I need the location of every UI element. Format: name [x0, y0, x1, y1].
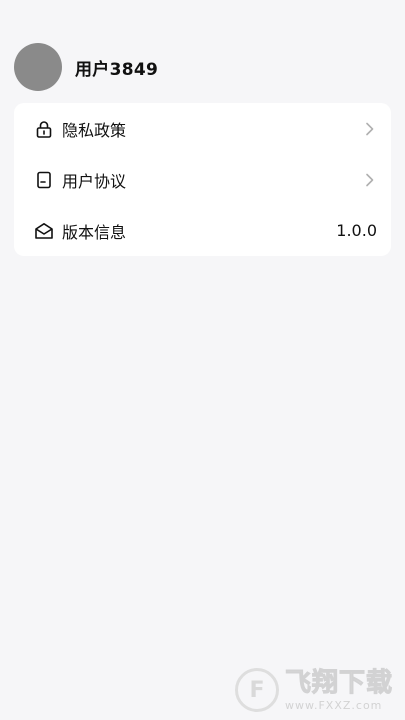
- settings-card: 隐私政策 用户协议 版本信息 1.0.0: [14, 103, 391, 256]
- watermark-title: 飞翔下载: [284, 667, 393, 698]
- menu-item-user-agreement[interactable]: 用户协议: [14, 154, 391, 205]
- chevron-right-icon: [363, 173, 377, 187]
- watermark: F 飞翔下载 www.FXXZ.com: [234, 667, 393, 712]
- menu-item-label: 版本信息: [62, 222, 127, 242]
- menu-item-version-info[interactable]: 版本信息 1.0.0: [14, 205, 391, 256]
- settings-page: 用户3849 隐私政策 用户协议 版本信息 1.0.0 F 飞翔下载 www.F…: [0, 0, 405, 720]
- username: 用户3849: [75, 59, 159, 80]
- watermark-text: 飞翔下载 www.FXXZ.com: [284, 667, 393, 712]
- avatar[interactable]: [14, 43, 62, 91]
- chevron-right-icon: [363, 122, 377, 136]
- document-icon: [34, 170, 54, 190]
- lock-icon: [34, 119, 54, 139]
- watermark-logo-icon: F: [234, 668, 279, 712]
- version-value: 1.0.0: [336, 221, 377, 240]
- menu-item-privacy-policy[interactable]: 隐私政策: [14, 103, 391, 154]
- menu-item-label: 用户协议: [62, 171, 127, 191]
- menu-item-label: 隐私政策: [62, 120, 127, 140]
- profile-header[interactable]: 用户3849: [14, 43, 158, 91]
- envelope-open-icon: [34, 221, 54, 241]
- watermark-url: www.FXXZ.com: [284, 698, 383, 712]
